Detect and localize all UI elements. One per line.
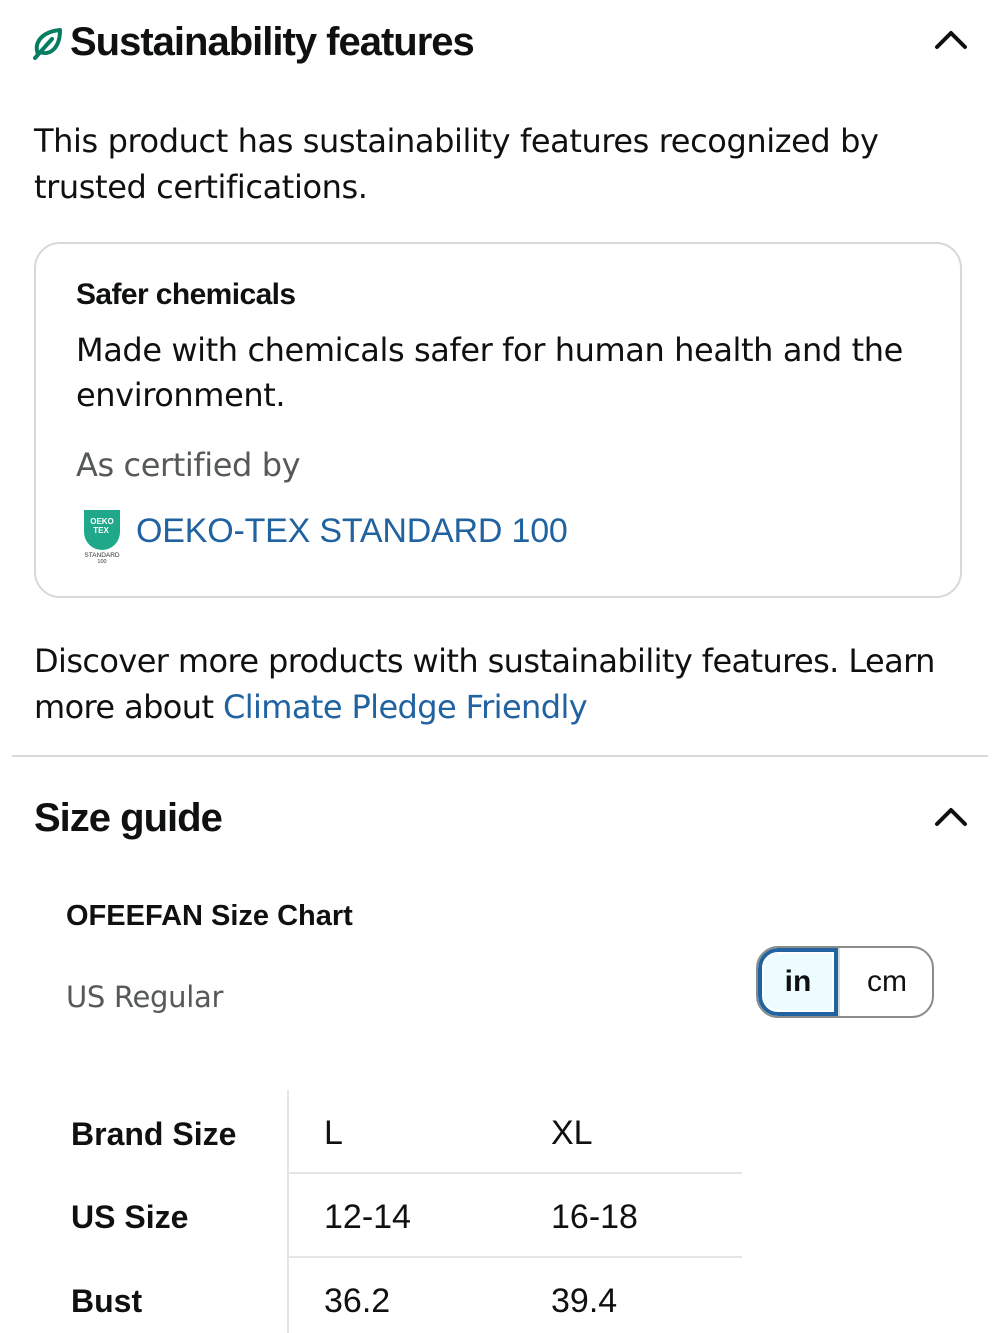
size-table: Brand Size L XL US Size 12-14 16-18 Bust…: [0, 1090, 1000, 1333]
table-cell: 16-18: [551, 1198, 638, 1236]
size-chart-title: OFEEFAN Size Chart: [66, 900, 353, 932]
sustainability-title: Sustainability features: [70, 20, 475, 64]
sustainability-header[interactable]: Sustainability features: [32, 18, 972, 70]
row-divider: [289, 1172, 742, 1174]
table-cell: 39.4: [551, 1282, 618, 1320]
oeko-logo-text-2: TEX: [93, 526, 109, 535]
oeko-logo-text-4: 100: [97, 559, 106, 564]
unit-cm-button[interactable]: cm: [838, 948, 932, 1016]
table-cell: 12-14: [324, 1198, 411, 1236]
climate-pledge-link[interactable]: Climate Pledge Friendly: [223, 688, 588, 726]
size-chart-subtitle: US Regular: [66, 980, 224, 1014]
unit-toggle: in cm: [756, 946, 934, 1018]
oeko-tex-logo: OEKO TEX STANDARD 100: [84, 510, 120, 564]
feature-card: Safer chemicals Made with chemicals safe…: [34, 242, 962, 598]
row-divider: [289, 1256, 742, 1258]
chevron-up-icon[interactable]: [934, 28, 968, 50]
table-cell: XL: [551, 1114, 593, 1152]
row-label-us-size: US Size: [71, 1199, 189, 1235]
row-label-brand-size: Brand Size: [71, 1116, 237, 1152]
feature-description: Made with chemicals safer for human heal…: [76, 331, 903, 414]
sustainability-intro: This product has sustainability features…: [34, 122, 879, 206]
row-label-bust: Bust: [71, 1283, 143, 1319]
certified-by-label: As certified by: [76, 446, 301, 484]
unit-in-button[interactable]: in: [758, 948, 838, 1016]
oeko-logo-text-1: OEKO: [90, 517, 114, 526]
discover-more-text: Discover more products with sustainabili…: [34, 638, 984, 730]
table-cell: 36.2: [324, 1282, 391, 1320]
oeko-logo-text-3: STANDARD: [84, 552, 120, 559]
size-guide-title[interactable]: Size guide: [34, 796, 223, 841]
leaf-icon: [33, 28, 62, 60]
section-divider: [12, 755, 988, 757]
certification-link[interactable]: OEKO-TEX STANDARD 100: [136, 512, 568, 551]
table-cell: L: [324, 1114, 343, 1152]
table-divider: [287, 1090, 289, 1333]
feature-title: Safer chemicals: [76, 278, 296, 311]
chevron-up-icon[interactable]: [934, 805, 968, 827]
